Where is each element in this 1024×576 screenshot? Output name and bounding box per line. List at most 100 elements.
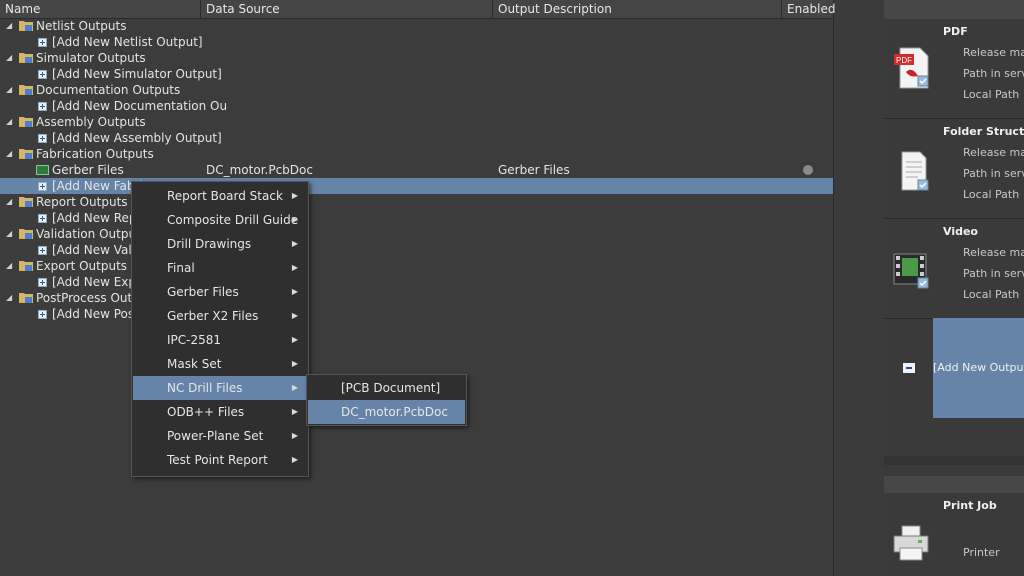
add-fabrication-output-context-menu: Report Board Stack ▶ Composite Drill Guid… [131, 181, 309, 477]
tree-row-add-report-output[interactable]: [Add New Repo [0, 210, 833, 226]
nc-drill-files-submenu: [PCB Document] DC_motor.PcbDoc [306, 374, 467, 426]
tree-group-validation-outputs[interactable]: ◢ Validation Outputs [0, 226, 833, 242]
tree-group-documentation-outputs[interactable]: ◢ Documentation Outputs [0, 82, 833, 98]
collapse-arrow-icon[interactable]: ◢ [6, 146, 14, 162]
tree-group-report-outputs[interactable]: ◢ Report Outputs [0, 194, 833, 210]
menu-item-nc-drill-files[interactable]: NC Drill Files ▶ [133, 376, 307, 400]
tree-group-export-outputs[interactable]: ◢ Export Outputs [0, 258, 833, 274]
folder-icon [19, 197, 33, 207]
container-folder-structure[interactable]: Folder Structure Release mar Path in ser… [884, 120, 1024, 219]
menu-item-label: Test Point Report [167, 453, 268, 467]
collapse-arrow-icon[interactable]: ◢ [6, 226, 14, 242]
tree-group-postprocess-outputs[interactable]: ◢ PostProcess Outpu [0, 290, 833, 306]
collapse-arrow-icon[interactable]: ◢ [6, 114, 14, 130]
collapse-arrow-icon[interactable]: ◢ [6, 194, 14, 210]
collapse-arrow-icon[interactable]: ◢ [6, 290, 14, 306]
tree-group-fabrication-outputs[interactable]: ◢ Fabrication Outputs [0, 146, 833, 162]
menu-item-ipc-2581[interactable]: IPC-2581 ▶ [133, 328, 307, 352]
tree-row-add-validation-output[interactable]: [Add New Valid [0, 242, 833, 258]
collapse-arrow-icon[interactable]: ◢ [6, 258, 14, 274]
tree-row-add-documentation-output[interactable]: [Add New Documentation Ou [0, 98, 833, 114]
collapse-arrow-icon[interactable]: ◢ [6, 82, 14, 98]
data-source-cell[interactable]: DC_motor.PcbDoc [206, 162, 313, 178]
menu-item-mask-set[interactable]: Mask Set ▶ [133, 352, 307, 376]
menu-item-power-plane-set[interactable]: Power-Plane Set ▶ [133, 424, 307, 448]
add-icon [38, 134, 47, 143]
submenu-arrow-icon: ▶ [291, 383, 298, 392]
tree-row-add-netlist-output[interactable]: [Add New Netlist Output] [0, 34, 833, 50]
container-field-local-path: Local Path [963, 288, 1020, 301]
tree-row-label: [Add New Fabri [52, 179, 143, 193]
folder-icon [19, 53, 33, 63]
column-header-name[interactable]: Name [0, 0, 201, 18]
container-field-local-path: Local Path [963, 88, 1020, 101]
container-field-path-server: Path in serv [963, 167, 1024, 180]
container-field-release: Release mar [963, 246, 1024, 259]
menu-item-odb-files[interactable]: ODB++ Files ▶ [133, 400, 307, 424]
add-arrow-icon [903, 363, 915, 373]
submenu-arrow-icon: ▶ [291, 311, 298, 320]
add-icon [38, 310, 47, 319]
submenu-item-dc-motor-pcbdoc[interactable]: DC_motor.PcbDoc [308, 400, 465, 424]
submenu-arrow-icon: ▶ [291, 407, 298, 416]
column-header-enabled[interactable]: Enabled [782, 0, 836, 18]
menu-item-composite-drill-guide[interactable]: Composite Drill Guide ▶ [133, 208, 307, 232]
add-icon [38, 278, 47, 287]
submenu-item-label: [PCB Document] [341, 381, 441, 395]
menu-item-gerber-files[interactable]: Gerber Files ▶ [133, 280, 307, 304]
container-title: Print Job [943, 499, 997, 512]
column-header-output-description[interactable]: Output Description [493, 0, 782, 18]
submenu-arrow-icon: ▶ [291, 263, 298, 272]
container-field-path-server: Path in serv [963, 67, 1024, 80]
menu-item-label: Gerber X2 Files [167, 309, 259, 323]
tree-row-add-assembly-output[interactable]: [Add New Assembly Output] [0, 130, 833, 146]
enabled-toggle[interactable] [803, 165, 813, 175]
tree-group-label: Documentation Outputs [36, 83, 181, 97]
add-icon [38, 214, 47, 223]
tree-row-add-postprocess-output[interactable]: [Add New PostP [0, 306, 833, 322]
submenu-arrow-icon: ▶ [291, 431, 298, 440]
tree-row-label: [Add New Assembly Output] [52, 131, 222, 145]
tree-row-label: [Add New Netlist Output] [52, 35, 203, 49]
tree-group-assembly-outputs[interactable]: ◢ Assembly Outputs [0, 114, 833, 130]
output-description-cell: Gerber Files [498, 163, 570, 177]
folder-icon [19, 85, 33, 95]
menu-item-final[interactable]: Final ▶ [133, 256, 307, 280]
folder-icon [19, 261, 33, 271]
container-print-job[interactable]: Print Job Printer [884, 494, 1024, 576]
menu-item-report-board-stack[interactable]: Report Board Stack ▶ [133, 184, 307, 208]
tree-group-simulator-outputs[interactable]: ◢ Simulator Outputs [0, 50, 833, 66]
container-video[interactable]: Video Release mar Path in serv Local Pat… [884, 220, 1024, 319]
folder-icon [19, 21, 33, 31]
folder-icon [19, 229, 33, 239]
add-new-output-label: [Add New Output [933, 361, 1024, 374]
container-pdf[interactable]: PDF PDF Release mar Path in serv Local P… [884, 20, 1024, 119]
container-field-path-server: Path in serv [963, 267, 1024, 280]
tree-column-header: Name Data Source Output Description Enab… [0, 0, 836, 19]
add-new-output-container[interactable]: [Add New Output [884, 318, 1024, 418]
submenu-item-label: DC_motor.PcbDoc [341, 405, 448, 419]
tree-group-netlist-outputs[interactable]: ◢ Netlist Outputs [0, 18, 833, 34]
collapse-arrow-icon[interactable]: ◢ [6, 50, 14, 66]
submenu-item-pcb-document[interactable]: [PCB Document] [308, 376, 465, 400]
print-job-header [884, 476, 1024, 493]
tree-row-add-simulator-output[interactable]: [Add New Simulator Output] [0, 66, 833, 82]
tree-row-label: [Add New Simulator Output] [52, 67, 222, 81]
folder-icon [19, 117, 33, 127]
tree-row-label: [Add New Expo [52, 275, 144, 289]
tree-row-add-fabrication-output[interactable]: [Add New Fabri [0, 178, 833, 194]
menu-item-gerber-x2-files[interactable]: Gerber X2 Files ▶ [133, 304, 307, 328]
submenu-arrow-icon: ▶ [291, 455, 298, 464]
tree-row-gerber-files[interactable]: Gerber Files DC_motor.PcbDoc Gerber File… [0, 162, 833, 178]
container-field-release: Release mar [963, 146, 1024, 159]
menu-item-drill-drawings[interactable]: Drill Drawings ▶ [133, 232, 307, 256]
menu-item-test-point-report[interactable]: Test Point Report ▶ [133, 448, 307, 472]
collapse-arrow-icon[interactable]: ◢ [6, 18, 14, 34]
submenu-arrow-icon: ▶ [291, 215, 298, 224]
panel-divider [884, 456, 1024, 465]
output-job-tree-panel: Name Data Source Output Description Enab… [0, 0, 836, 576]
document-icon [901, 151, 929, 191]
svg-text:PDF: PDF [896, 56, 912, 65]
tree-row-add-export-output[interactable]: [Add New Expo [0, 274, 833, 290]
column-header-data-source[interactable]: Data Source [201, 0, 493, 18]
